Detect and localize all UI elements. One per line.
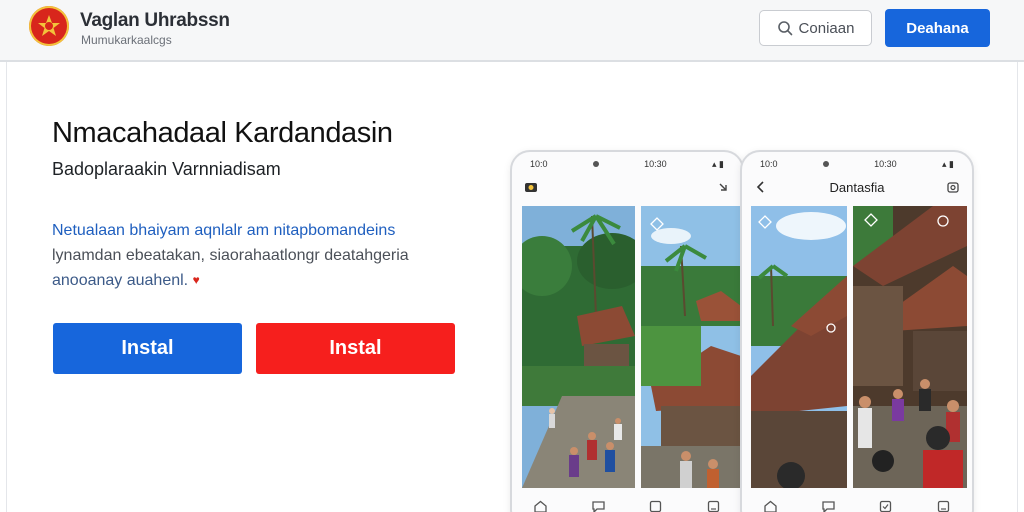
phone-2-tabbar (742, 492, 972, 512)
profile-icon[interactable] (936, 499, 951, 512)
profile-icon[interactable] (706, 499, 721, 512)
phone-1-photo-house[interactable] (641, 206, 741, 488)
chat-icon[interactable] (821, 499, 836, 512)
hero-title: Nmacahadaal Kardandasin (52, 117, 393, 149)
camera-dot-icon (592, 161, 599, 167)
chat-icon[interactable] (591, 499, 606, 512)
heart-icon: ♥ (192, 273, 200, 287)
phone-1-nav (512, 174, 742, 200)
camera-dot-icon (822, 161, 829, 167)
phone-1-time-right: 10:30 (644, 159, 667, 169)
search-button-label: Coniaan (798, 19, 855, 37)
top-header: Vaglan Uhrabssn Mumukarkaalcgs Coniaan D… (0, 0, 1024, 62)
phone-1-tabbar (512, 492, 742, 512)
logo-emblem-icon[interactable] (29, 6, 69, 46)
description-line-2: lynamdan ebeatakan, siaorahaatlongr deat… (52, 247, 409, 264)
hero-subtitle: Badoplaraakin Varnniadisam (52, 159, 281, 179)
share-icon[interactable] (946, 180, 960, 194)
phone-mockup-2: 10:0 10:30 ▴ ▮ Dantasfia (740, 150, 974, 512)
signal-battery-icon: ▴ ▮ (712, 158, 724, 169)
install-button-blue[interactable]: Instal (53, 323, 242, 374)
description-line-3-text: anooanay auahenl. (52, 272, 189, 289)
checkbox-icon[interactable] (878, 499, 893, 512)
roof-photo-graphic (751, 206, 847, 488)
logo-emblem-graphic (38, 15, 60, 36)
back-chevron-icon[interactable] (754, 180, 768, 194)
phone-mockup-1: 10:0 10:30 ▴ ▮ (510, 150, 744, 512)
gathering-photo-graphic (853, 206, 967, 488)
phone-1-photo-village[interactable] (522, 206, 635, 488)
brand-subtitle: Mumukarkaalcgs (81, 33, 172, 47)
phone-2-statusbar: 10:0 10:30 ▴ ▮ (742, 156, 972, 172)
header-primary-button[interactable]: Deahana (885, 9, 990, 47)
expand-icon[interactable] (716, 180, 730, 194)
phone-2-photo-roof[interactable] (751, 206, 847, 488)
phone-2-photo-gathering[interactable] (853, 206, 967, 488)
search-button[interactable]: Coniaan (759, 10, 872, 46)
phone-1-time-left: 10:0 (530, 159, 548, 169)
description-line-1: Netualaan bhaiyam aqnlalr am nitapbomand… (52, 222, 396, 239)
phone-2-time-right: 10:30 (874, 159, 897, 169)
phone-1-statusbar: 10:0 10:30 ▴ ▮ (512, 156, 742, 172)
village-photo-graphic (522, 206, 635, 488)
hero-description: Netualaan bhaiyam aqnlalr am nitapbomand… (52, 218, 452, 293)
brand-title: Vaglan Uhrabssn (80, 10, 230, 31)
phone-2-title: Dantasfia (829, 179, 885, 195)
description-line-3: anooanay auahenl. ♥ (52, 268, 452, 293)
home-icon[interactable] (763, 499, 778, 512)
phone-2-time-left: 10:0 (760, 159, 778, 169)
phone-2-nav: Dantasfia (742, 174, 972, 200)
install-button-red[interactable]: Instal (256, 323, 455, 374)
home-icon[interactable] (533, 499, 548, 512)
search-icon (777, 21, 792, 36)
grid-icon[interactable] (648, 499, 663, 512)
house-photo-graphic (641, 206, 741, 488)
signal-battery-icon: ▴ ▮ (942, 158, 954, 169)
app-logo-icon[interactable] (524, 180, 538, 194)
